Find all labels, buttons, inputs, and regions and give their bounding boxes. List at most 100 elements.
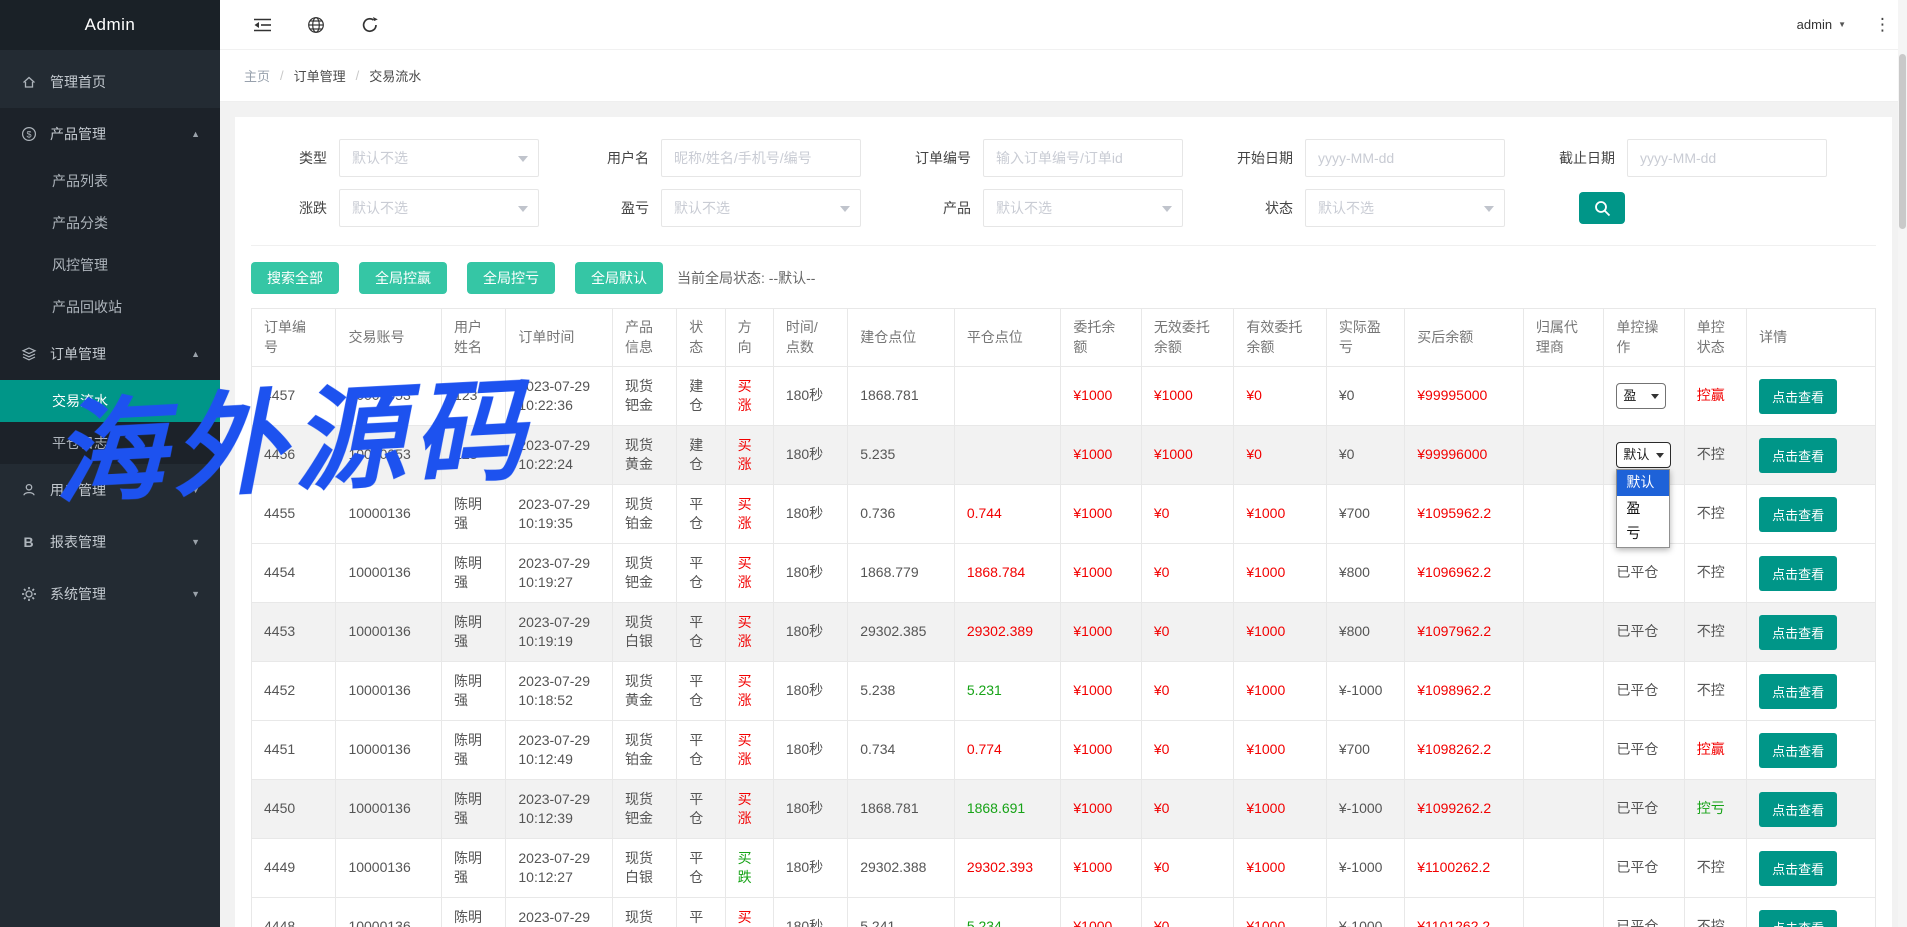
product-select[interactable]: 默认不选 [983,189,1183,227]
sidebar-item-product-recycle[interactable]: 产品回收站 [0,286,220,328]
close-point-cell: 5.234 [954,898,1061,927]
view-detail-button[interactable]: 点击查看 [1759,615,1837,650]
dropdown-option[interactable]: 亏 [1617,521,1669,547]
detail-cell: 点击查看 [1747,839,1876,898]
end-date-input[interactable] [1627,139,1827,177]
layers-icon [20,346,37,363]
sidebar-item-user-mgmt[interactable]: 用户管理 ▼ [0,464,220,516]
order-id-cell: 4456 [252,426,336,485]
view-detail-button[interactable]: 点击查看 [1759,792,1837,827]
after-balance-cell: ¥1099262.2 [1405,780,1524,839]
valid-entrust-cell: ¥1000 [1234,485,1327,544]
duration-cell: 180秒 [773,898,847,927]
single-control-select[interactable]: 默认 [1616,442,1671,468]
single-control-select[interactable]: 盈 [1616,383,1666,409]
open-point-cell: 5.238 [848,662,955,721]
closed-position-text: 已平仓 [1616,859,1658,875]
scrollbar-thumb[interactable] [1899,54,1906,229]
filter-label-status: 状态 [1217,198,1293,218]
action-row: 搜索全部 全局控赢 全局控亏 全局默认 当前全局状态: --默认-- [251,262,1876,294]
direction-cell: 买 跌 [725,839,773,898]
view-detail-button[interactable]: 点击查看 [1759,438,1837,473]
sidebar-item-trade-flow[interactable]: 交易流水 [0,380,220,422]
chevron-down-icon: ▼ [191,537,200,547]
sidebar-item-order-mgmt[interactable]: 订单管理 ▲ [0,328,220,380]
duration-cell: 180秒 [773,367,847,426]
updown-select[interactable]: 默认不选 [339,189,539,227]
search-button[interactable] [1579,192,1625,224]
agent-cell [1523,426,1603,485]
username-input[interactable] [661,139,861,177]
close-point-cell: 29302.389 [954,603,1061,662]
view-detail-button[interactable]: 点击查看 [1759,910,1837,927]
globe-icon[interactable] [296,7,336,43]
page-scrollbar [1898,0,1907,927]
breadcrumb-home[interactable]: 主页 [244,66,270,85]
profit-select[interactable]: 默认不选 [661,189,861,227]
order-id-cell: 4454 [252,544,336,603]
refresh-icon[interactable] [350,7,390,43]
order-id-cell: 4448 [252,898,336,927]
admin-user-menu[interactable]: admin ▼ [1797,17,1846,32]
breadcrumb-order-mgmt[interactable]: 订单管理 [294,66,346,85]
type-select[interactable]: 默认不选 [339,139,539,177]
order-no-input[interactable] [983,139,1183,177]
sidebar-item-home[interactable]: 管理首页 [0,56,220,108]
global-lose-button[interactable]: 全局控亏 [467,262,555,294]
dropdown-option[interactable]: 盈 [1617,496,1669,522]
kebab-menu-icon[interactable]: ⋮ [1868,15,1897,35]
search-all-button[interactable]: 搜索全部 [251,262,339,294]
sidebar-item-label: 报表管理 [50,532,106,552]
duration-cell: 180秒 [773,603,847,662]
detail-cell: 点击查看 [1747,898,1876,927]
view-detail-button[interactable]: 点击查看 [1759,674,1837,709]
control-status-cell: 不控 [1684,485,1746,544]
dropdown-option[interactable]: 默认 [1617,470,1669,496]
table-row: 445210000136陈明 强2023-07-29 10:18:52现货 黄金… [252,662,1876,721]
start-date-input[interactable] [1305,139,1505,177]
breadcrumb: 主页 / 订单管理 / 交易流水 [220,50,1907,102]
sidebar-item-product-category[interactable]: 产品分类 [0,202,220,244]
chevron-up-icon: ▲ [191,129,200,139]
trade-account-cell: 10000053 [336,367,442,426]
global-win-button[interactable]: 全局控赢 [359,262,447,294]
order-id-cell: 4452 [252,662,336,721]
detail-cell: 点击查看 [1747,426,1876,485]
table-row: 444910000136陈明 强2023-07-29 10:12:27现货 白银… [252,839,1876,898]
sidebar-item-system-mgmt[interactable]: 系统管理 ▼ [0,568,220,620]
direction-cell: 买 涨 [725,544,773,603]
column-header: 买后余额 [1405,309,1524,367]
column-header: 订单编 号 [252,309,336,367]
order-id-cell: 4453 [252,603,336,662]
sidebar-item-close-log[interactable]: 平仓日志 [0,422,220,464]
view-detail-button[interactable]: 点击查看 [1759,556,1837,591]
after-balance-cell: ¥1096962.2 [1405,544,1524,603]
sidebar-item-product-mgmt[interactable]: $ 产品管理 ▲ [0,108,220,160]
control-status-cell: 控赢 [1684,367,1746,426]
view-detail-button[interactable]: 点击查看 [1759,379,1837,414]
user-name-cell: 陈明 强 [442,898,506,927]
position-status-cell: 平 仓 [677,780,725,839]
after-balance-cell: ¥1095962.2 [1405,485,1524,544]
view-detail-button[interactable]: 点击查看 [1759,851,1837,886]
duration-cell: 180秒 [773,721,847,780]
valid-entrust-cell: ¥1000 [1234,721,1327,780]
collapse-menu-icon[interactable] [242,7,282,43]
status-select[interactable]: 默认不选 [1305,189,1505,227]
control-status-cell: 不控 [1684,839,1746,898]
view-detail-button[interactable]: 点击查看 [1759,733,1837,768]
column-header: 交易账号 [336,309,442,367]
sidebar-item-product-list[interactable]: 产品列表 [0,160,220,202]
close-point-cell: 0.774 [954,721,1061,780]
breadcrumb-current: 交易流水 [369,66,421,85]
actual-profit-cell: ¥700 [1326,721,1404,780]
order-time-cell: 2023-07-29 10:18:52 [506,662,613,721]
sidebar-group-products: $ 产品管理 ▲ 产品列表 产品分类 风控管理 产品回收站 [0,108,220,328]
sidebar-item-report-mgmt[interactable]: B 报表管理 ▼ [0,516,220,568]
actual-profit-cell: ¥-1000 [1326,780,1404,839]
order-time-cell: 2023-07-29 10:19:27 [506,544,613,603]
view-detail-button[interactable]: 点击查看 [1759,497,1837,532]
global-default-button[interactable]: 全局默认 [575,262,663,294]
sidebar-item-risk-mgmt[interactable]: 风控管理 [0,244,220,286]
invalid-entrust-cell: ¥1000 [1141,426,1234,485]
